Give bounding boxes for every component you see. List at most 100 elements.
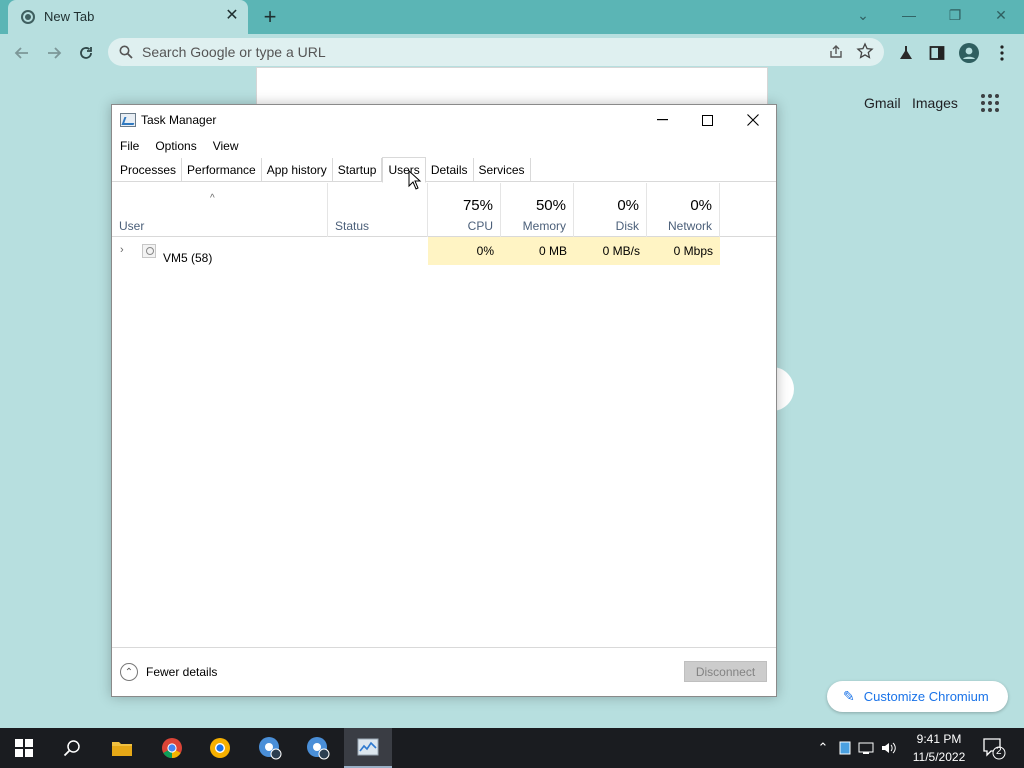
- search-icon: [63, 740, 80, 757]
- clock-date: 11/5/2022: [912, 750, 966, 764]
- task-manager-window: Task Manager File Options View Processes…: [111, 104, 777, 697]
- ntp-search-box: [256, 67, 768, 109]
- task-manager-titlebar[interactable]: Task Manager: [112, 105, 776, 135]
- chevron-right-icon[interactable]: ›: [120, 244, 124, 256]
- column-disk[interactable]: 0% Disk: [574, 183, 647, 237]
- new-tab-button[interactable]: +: [257, 4, 283, 30]
- task-manager-menubar: File Options View: [112, 135, 247, 157]
- gmail-link[interactable]: Gmail: [864, 95, 901, 111]
- forward-arrow-icon: [48, 47, 62, 59]
- tab-startup[interactable]: Startup: [333, 158, 383, 182]
- tm-maximize-button[interactable]: [684, 105, 730, 135]
- column-cpu-label: CPU: [467, 219, 493, 233]
- bookmark-star-icon[interactable]: [856, 42, 874, 60]
- browser-menu-icon[interactable]: [991, 42, 1013, 64]
- start-button[interactable]: [0, 728, 48, 768]
- profile-avatar-icon[interactable]: [958, 42, 980, 64]
- browser-profile-taskbar-icon[interactable]: [246, 728, 294, 768]
- row-cpu: 0%: [428, 237, 501, 265]
- tm-minimize-button[interactable]: [639, 105, 685, 135]
- row-user-name: VM5 (58): [163, 251, 213, 265]
- disconnect-button[interactable]: Disconnect: [684, 661, 767, 682]
- column-user[interactable]: ^ User: [112, 183, 328, 237]
- windows-logo-icon: [15, 739, 33, 757]
- close-button[interactable]: ✕: [978, 0, 1024, 30]
- chevron-up-circle-icon[interactable]: ⌃: [120, 663, 138, 681]
- system-tray: ⌃: [814, 728, 897, 768]
- taskbar-clock[interactable]: 9:41 PM 11/5/2022: [905, 730, 973, 766]
- user-account-icon: [142, 244, 156, 258]
- maximize-icon: [701, 114, 713, 126]
- table-row[interactable]: › VM5 (58) 0% 0 MB 0 MB/s 0 Mbps: [112, 237, 776, 265]
- search-icon: [119, 45, 133, 59]
- network-total-percent: 0%: [690, 197, 712, 214]
- address-bar[interactable]: Search Google or type a URL: [108, 38, 884, 66]
- reload-button[interactable]: [72, 39, 100, 67]
- column-status-label: Status: [335, 219, 370, 233]
- volume-icon[interactable]: [881, 741, 897, 755]
- network-icon[interactable]: [858, 741, 874, 755]
- browser-tabstrip: New Tab ✕ + ⌄ — ❐ ✕: [0, 0, 1024, 34]
- row-memory: 0 MB: [501, 237, 574, 265]
- users-table-header: ^ User Status 75% CPU 50% Memory 0% Disk…: [112, 183, 776, 237]
- column-network[interactable]: 0% Network: [647, 183, 720, 237]
- clock-time: 9:41 PM: [916, 732, 962, 746]
- minimize-button[interactable]: —: [886, 0, 932, 30]
- battery-icon[interactable]: [839, 741, 851, 755]
- menu-file[interactable]: File: [112, 135, 147, 157]
- back-arrow-icon: [14, 47, 28, 59]
- menu-view[interactable]: View: [205, 135, 247, 157]
- tab-search-icon[interactable]: ⌄: [840, 0, 886, 30]
- task-manager-app-icon: [120, 113, 136, 127]
- side-panel-icon[interactable]: [926, 42, 948, 64]
- chevron-up-icon[interactable]: ⌃: [814, 740, 832, 756]
- chromium-taskbar-icon[interactable]: [196, 728, 244, 768]
- tab-close-icon[interactable]: ✕: [222, 6, 242, 26]
- images-link[interactable]: Images: [912, 95, 958, 111]
- restore-button[interactable]: ❐: [932, 0, 978, 30]
- browser-profile-2-taskbar-icon[interactable]: [294, 728, 342, 768]
- labs-flask-icon[interactable]: [895, 42, 917, 64]
- tab-services[interactable]: Services: [474, 158, 531, 182]
- minimize-icon: [656, 119, 668, 121]
- browser-window-controls: ⌄ — ❐ ✕: [840, 0, 1024, 30]
- menu-options[interactable]: Options: [147, 135, 204, 157]
- notification-center-icon[interactable]: 2: [982, 736, 1006, 760]
- column-memory[interactable]: 50% Memory: [501, 183, 574, 237]
- google-apps-icon[interactable]: [981, 94, 999, 112]
- close-icon: [747, 114, 759, 126]
- sort-ascending-icon: ^: [210, 193, 215, 204]
- tab-processes[interactable]: Processes: [115, 158, 183, 182]
- column-cpu[interactable]: 75% CPU: [428, 183, 501, 237]
- back-button[interactable]: [8, 39, 36, 67]
- memory-total-percent: 50%: [535, 197, 566, 214]
- column-memory-label: Memory: [522, 219, 566, 233]
- file-explorer-taskbar-icon[interactable]: [98, 728, 146, 768]
- tab-performance[interactable]: Performance: [182, 158, 262, 182]
- address-bar-placeholder: Search Google or type a URL: [142, 44, 326, 60]
- windows-taskbar: ⌃ 9:41 PM 11/5/2022 2: [0, 728, 1024, 768]
- task-manager-tabs: Processes Performance App history Startu…: [112, 157, 776, 183]
- customize-chromium-button[interactable]: ✎ Customize Chromium: [827, 681, 1008, 712]
- column-status[interactable]: Status: [328, 183, 428, 237]
- tab-app-history[interactable]: App history: [262, 158, 333, 182]
- tab-details[interactable]: Details: [426, 158, 474, 182]
- row-status: [328, 237, 428, 265]
- share-icon[interactable]: [828, 44, 844, 60]
- task-manager-footer: ⌃ Fewer details Disconnect: [112, 647, 776, 696]
- taskbar-search-button[interactable]: [48, 728, 96, 768]
- tab-title: New Tab: [44, 9, 95, 24]
- chromium-favicon-icon: [21, 10, 35, 24]
- forward-button[interactable]: [40, 39, 68, 67]
- tm-close-button[interactable]: [730, 105, 776, 135]
- customize-label: Customize Chromium: [863, 689, 989, 704]
- cpu-total-percent: 75%: [462, 197, 493, 214]
- column-user-label: User: [119, 219, 145, 233]
- row-disk: 0 MB/s: [574, 237, 647, 265]
- task-manager-taskbar-icon[interactable]: [344, 728, 392, 768]
- notification-count: 2: [996, 746, 1002, 757]
- chrome-taskbar-icon[interactable]: [148, 728, 196, 768]
- task-manager-title: Task Manager: [141, 113, 217, 127]
- browser-tab[interactable]: New Tab ✕: [8, 0, 248, 34]
- fewer-details-link[interactable]: Fewer details: [146, 665, 217, 679]
